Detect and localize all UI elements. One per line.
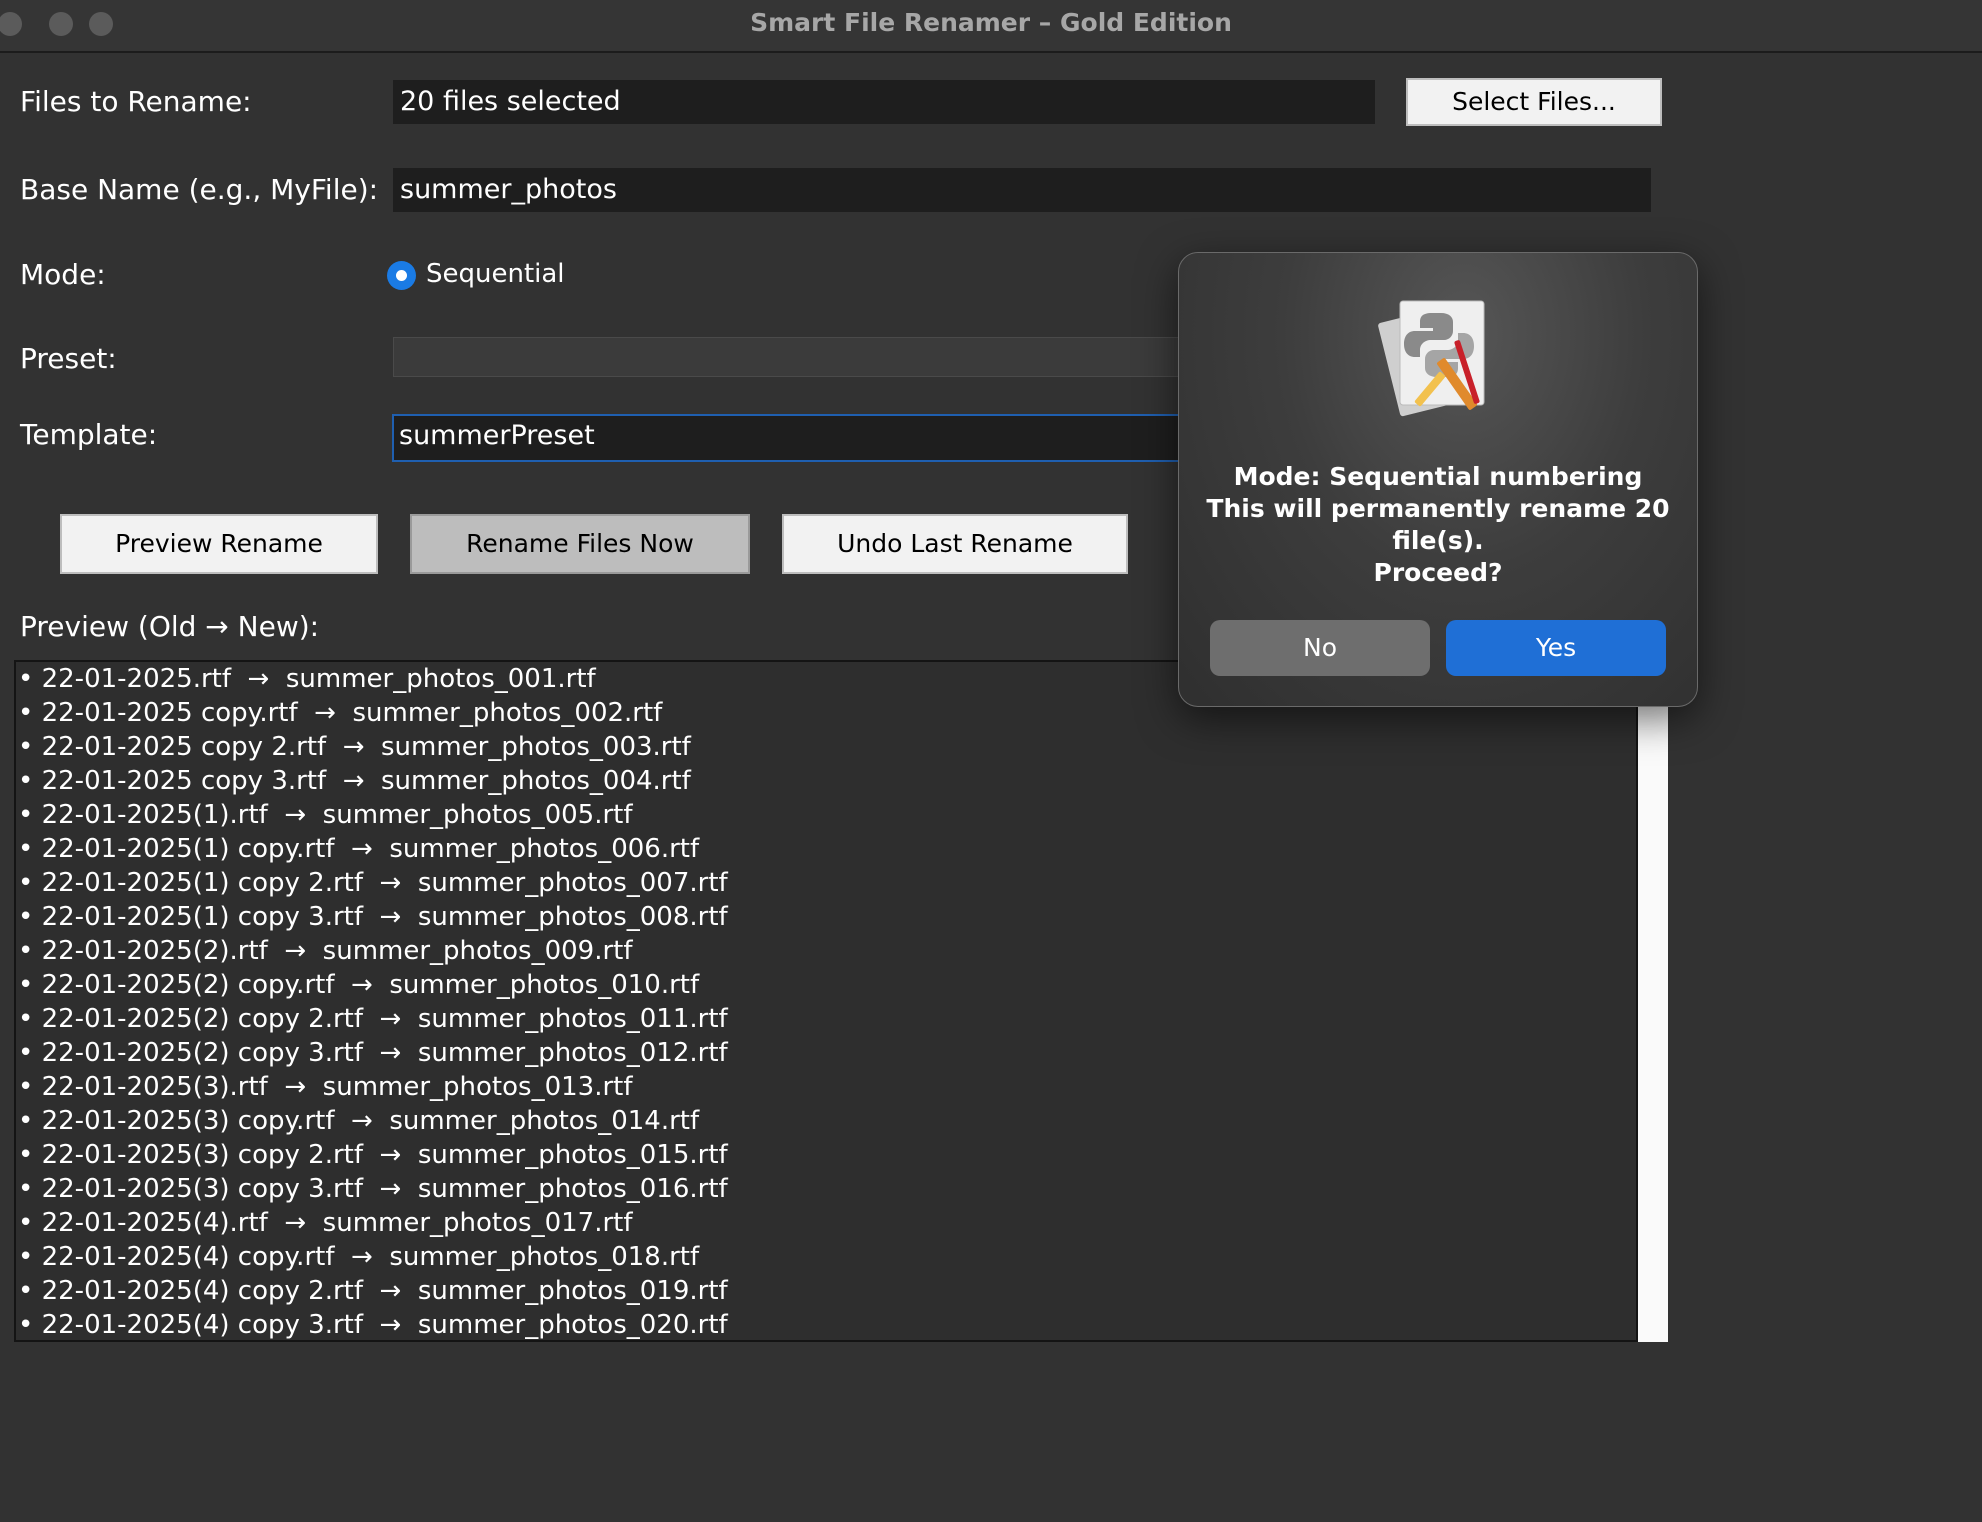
preview-row[interactable]: • 22-01-2025 copy 2.rtf → summer_photos_…: [16, 730, 1636, 764]
python-app-icon: [1378, 300, 1485, 417]
preview-row[interactable]: • 22-01-2025(1) copy.rtf → summer_photos…: [16, 832, 1636, 866]
dialog-yes-button[interactable]: Yes: [1446, 620, 1666, 676]
preview-row[interactable]: • 22-01-2025(1).rtf → summer_photos_005.…: [16, 798, 1636, 832]
preview-label: Preview (Old → New):: [20, 610, 320, 643]
preview-row[interactable]: • 22-01-2025(4) copy 3.rtf → summer_phot…: [16, 1308, 1636, 1340]
preview-row[interactable]: • 22-01-2025(3) copy 2.rtf → summer_phot…: [16, 1138, 1636, 1172]
sequential-radio[interactable]: [387, 261, 416, 290]
dialog-line-files: file(s).: [1392, 526, 1484, 555]
base-name-field[interactable]: summer_photos: [393, 168, 1651, 212]
preview-row[interactable]: • 22-01-2025(4) copy.rtf → summer_photos…: [16, 1240, 1636, 1274]
preview-row[interactable]: • 22-01-2025(2) copy 2.rtf → summer_phot…: [16, 1002, 1636, 1036]
preview-row[interactable]: • 22-01-2025(3) copy.rtf → summer_photos…: [16, 1104, 1636, 1138]
template-label: Template:: [20, 418, 158, 451]
dialog-no-button[interactable]: No: [1210, 620, 1430, 676]
preview-rename-button[interactable]: Preview Rename: [60, 514, 378, 574]
preview-row[interactable]: • 22-01-2025 copy 3.rtf → summer_photos_…: [16, 764, 1636, 798]
files-label: Files to Rename:: [20, 85, 252, 118]
preview-row[interactable]: • 22-01-2025(2) copy.rtf → summer_photos…: [16, 968, 1636, 1002]
sequential-radio-label: Sequential: [426, 259, 565, 289]
undo-last-rename-button[interactable]: Undo Last Rename: [782, 514, 1128, 574]
dialog-line-proceed: Proceed?: [1373, 558, 1503, 587]
window-title: Smart File Renamer – Gold Edition: [750, 8, 1232, 37]
preview-row[interactable]: • 22-01-2025(2).rtf → summer_photos_009.…: [16, 934, 1636, 968]
preview-row[interactable]: • 22-01-2025(1) copy 2.rtf → summer_phot…: [16, 866, 1636, 900]
preview-row[interactable]: • 22-01-2025(3).rtf → summer_photos_013.…: [16, 1070, 1636, 1104]
preview-row[interactable]: • 22-01-2025(4).rtf → summer_photos_017.…: [16, 1206, 1636, 1240]
preview-scrollbar[interactable]: [1638, 660, 1668, 1342]
preview-row[interactable]: • 22-01-2025(2) copy 3.rtf → summer_phot…: [16, 1036, 1636, 1070]
rename-files-now-button[interactable]: Rename Files Now: [410, 514, 750, 574]
files-field[interactable]: 20 files selected: [393, 80, 1375, 124]
preset-label: Preset:: [20, 342, 117, 375]
preset-dropdown[interactable]: [393, 337, 1193, 377]
dialog-line-mode: Mode: Sequential numbering: [1233, 462, 1643, 491]
preview-row[interactable]: • 22-01-2025(1) copy 3.rtf → summer_phot…: [16, 900, 1636, 934]
dialog-line-warning: This will permanently rename 20: [1206, 494, 1670, 523]
confirm-dialog: Mode: Sequential numbering This will per…: [1178, 252, 1698, 707]
title-bar: Smart File Renamer – Gold Edition: [0, 0, 1982, 53]
dialog-message: Mode: Sequential numbering This will per…: [1199, 461, 1677, 589]
preview-row[interactable]: • 22-01-2025(3) copy 3.rtf → summer_phot…: [16, 1172, 1636, 1206]
select-files-button[interactable]: Select Files...: [1406, 78, 1662, 126]
template-field[interactable]: summerPreset: [392, 414, 1192, 462]
preview-listbox[interactable]: • 22-01-2025.rtf → summer_photos_001.rtf…: [14, 660, 1638, 1342]
base-name-label: Base Name (e.g., MyFile):: [20, 173, 379, 206]
preview-row[interactable]: • 22-01-2025(4) copy 2.rtf → summer_phot…: [16, 1274, 1636, 1308]
mode-label: Mode:: [20, 258, 106, 291]
